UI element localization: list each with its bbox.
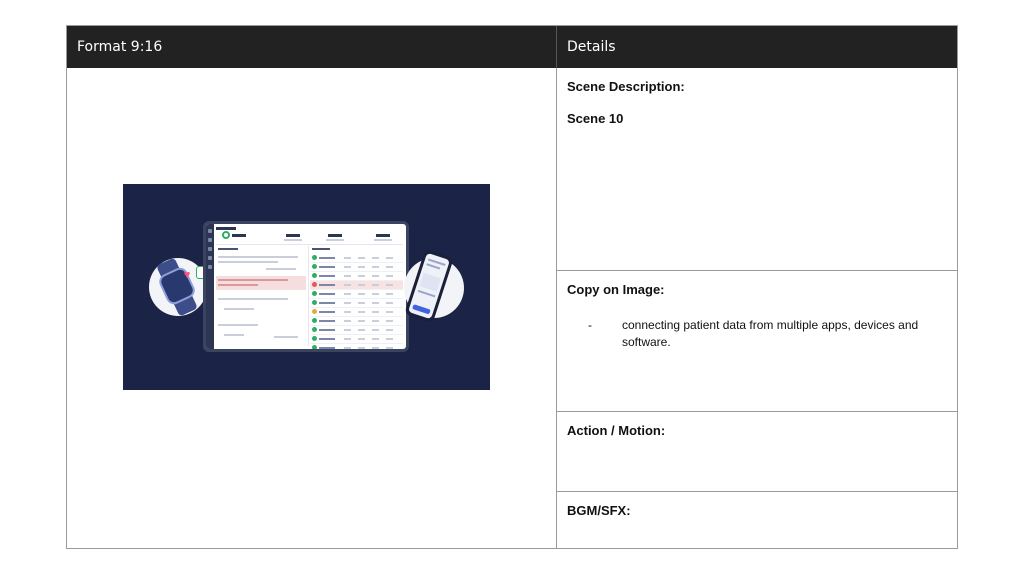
patients-list bbox=[310, 246, 403, 349]
dashboard-sidebar bbox=[206, 224, 214, 349]
notifications-panel bbox=[216, 246, 309, 346]
dashboard-tablet bbox=[203, 221, 409, 352]
copy-on-image-cell: Copy on Image: - connecting patient data… bbox=[557, 271, 957, 412]
copy-on-image-label: Copy on Image: bbox=[567, 282, 665, 297]
details-header: Details bbox=[557, 26, 957, 68]
heart-icon: ♥ bbox=[183, 269, 191, 281]
bgm-sfx-label: BGM/SFX: bbox=[567, 503, 631, 518]
dashboard-screen bbox=[206, 224, 406, 349]
scene-number: Scene 10 bbox=[567, 111, 624, 126]
copy-bullet-item: - connecting patient data from multiple … bbox=[567, 317, 947, 351]
copy-text: connecting patient data from multiple ap… bbox=[622, 318, 919, 349]
storyboard-table: Format 9:16 Details ♥ Scene Description:… bbox=[66, 25, 958, 549]
progress-ring-icon bbox=[222, 231, 230, 239]
scene-illustration: ♥ bbox=[123, 184, 490, 390]
image-cell: ♥ bbox=[67, 68, 557, 548]
action-motion-label: Action / Motion: bbox=[567, 423, 666, 438]
scene-description-label: Scene Description: bbox=[567, 79, 685, 94]
format-header: Format 9:16 bbox=[67, 26, 557, 68]
dashboard-stats bbox=[216, 226, 403, 245]
action-motion-cell: Action / Motion: bbox=[557, 412, 957, 492]
bullet-dash: - bbox=[588, 318, 592, 332]
scene-description-cell: Scene Description: Scene 10 bbox=[557, 68, 957, 271]
bgm-sfx-cell: BGM/SFX: bbox=[557, 492, 957, 548]
